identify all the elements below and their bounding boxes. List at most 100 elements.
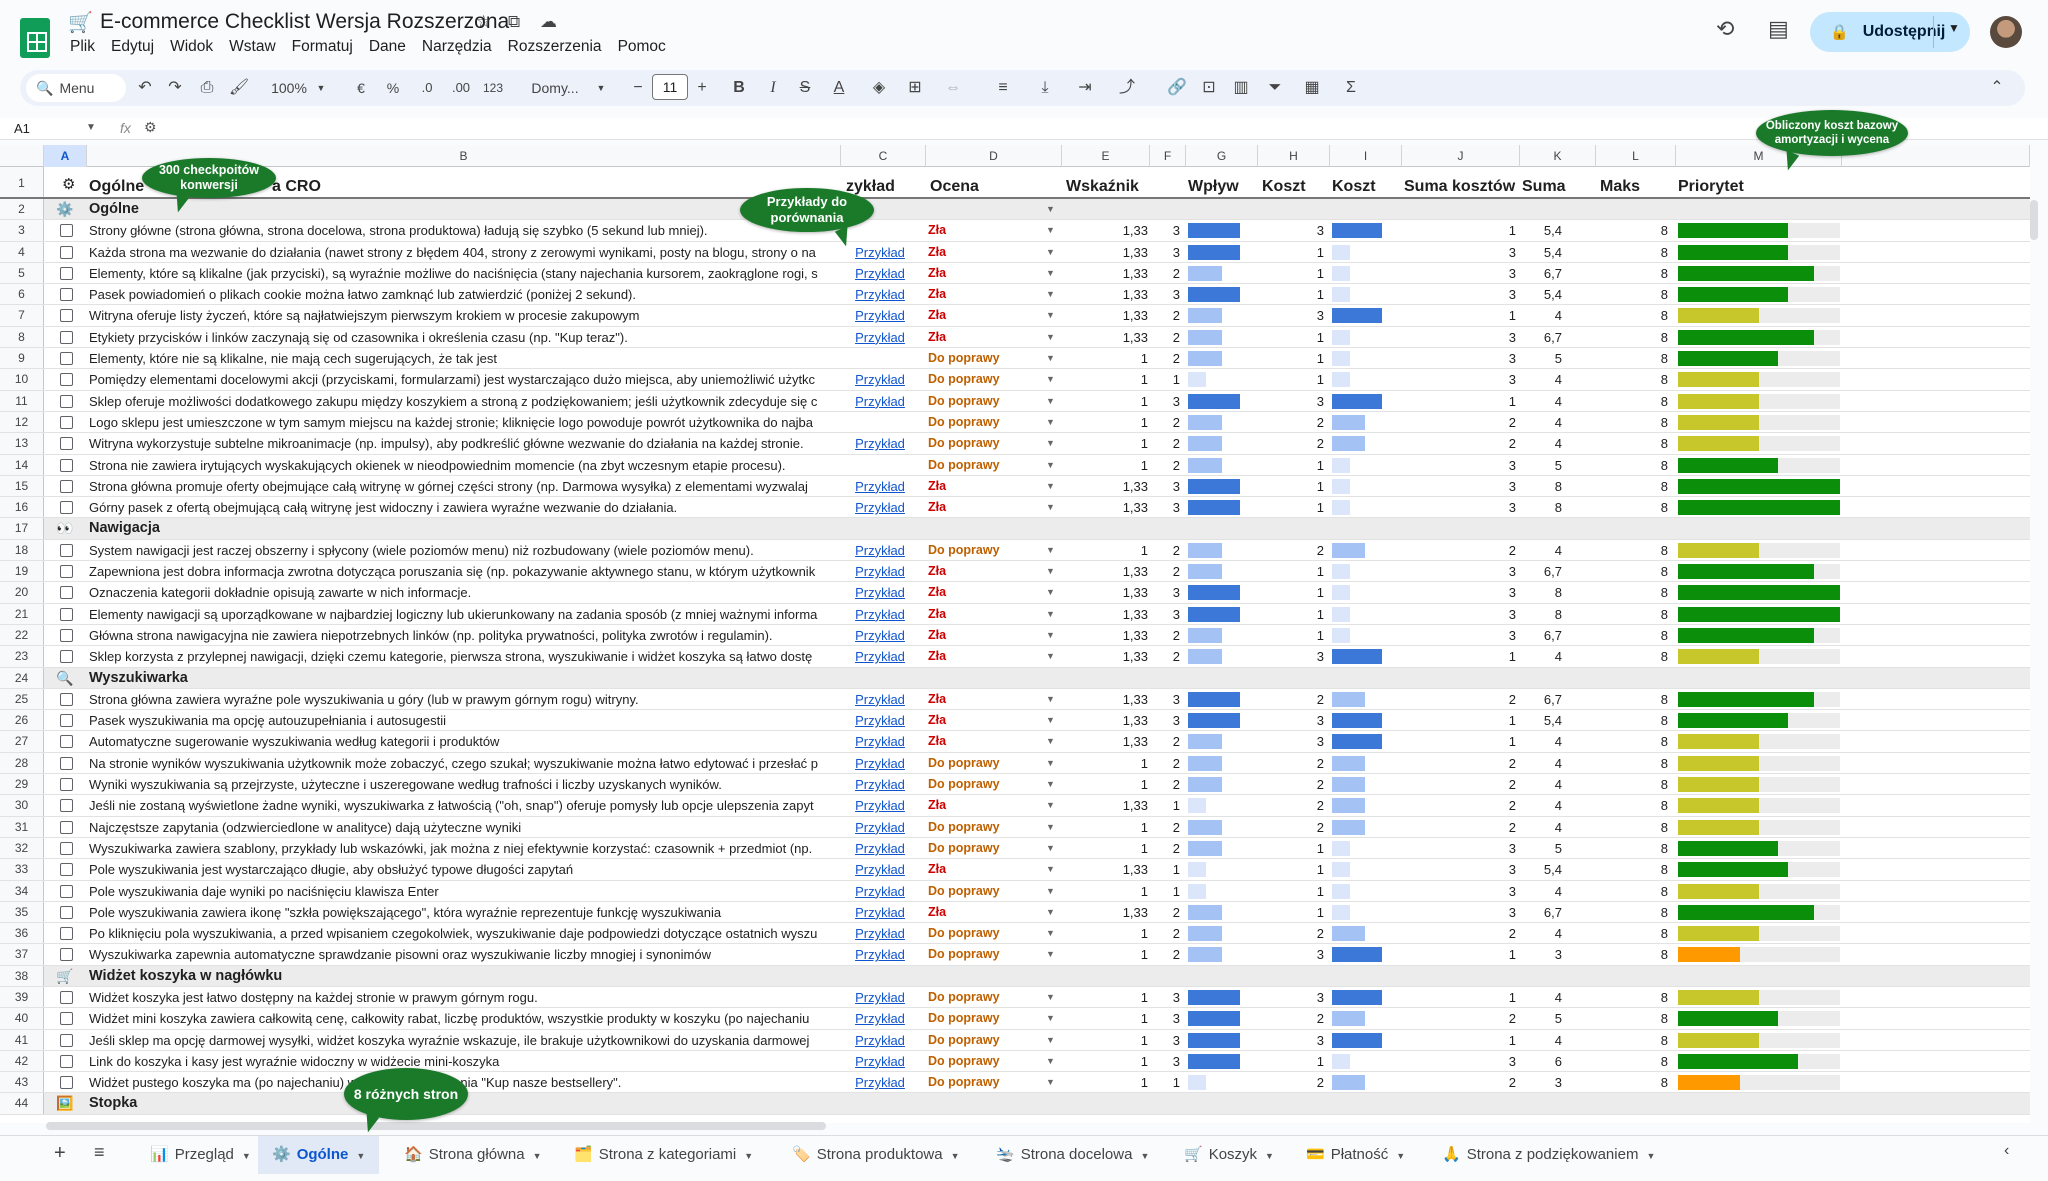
redo-icon[interactable]: ↷	[164, 76, 186, 100]
rating-value[interactable]: Zła	[928, 263, 1048, 283]
rating-value[interactable]: Zła	[928, 689, 1048, 709]
rating-dropdown-icon[interactable]: ▼	[1046, 731, 1055, 752]
row-number[interactable]: 30	[0, 795, 44, 816]
row-checkbox[interactable]	[60, 841, 73, 855]
rating-dropdown-icon[interactable]: ▼	[1046, 817, 1055, 838]
row-number[interactable]: 25	[0, 688, 44, 710]
rating-dropdown-icon[interactable]: ▼	[1046, 582, 1055, 603]
decrease-font-icon[interactable]: −	[628, 76, 648, 100]
example-link[interactable]: Przykład	[855, 1075, 905, 1090]
row-number[interactable]: 7	[0, 305, 44, 326]
tab-1[interactable]: ⚙️ Ogólne ▼	[258, 1136, 380, 1174]
rating-value[interactable]: Zła	[928, 497, 1048, 517]
rating-value[interactable]: Zła	[928, 284, 1048, 304]
formula-bar[interactable]	[0, 118, 2048, 140]
sheet-grid[interactable]: ABCDEFGHIJKLM 1 ⚙ Ogólne a CRO zykład Ocena Ws…	[0, 145, 2030, 1123]
row-checkbox[interactable]	[60, 266, 73, 280]
row-checkbox[interactable]	[60, 692, 73, 706]
row-number[interactable]: 18	[0, 539, 44, 561]
rating-value[interactable]: Do poprawy	[928, 817, 1048, 837]
example-link[interactable]: Przykład	[855, 245, 905, 260]
rating-dropdown-icon[interactable]: ▼	[1046, 433, 1055, 454]
row-checkbox[interactable]	[60, 607, 73, 621]
tab-2[interactable]: 🏠 Strona główna ▼	[404, 1136, 542, 1174]
rating-dropdown-icon[interactable]: ▼	[1046, 412, 1055, 433]
menu-4[interactable]: Formatuj	[284, 37, 361, 57]
currency-format[interactable]: €	[350, 76, 372, 100]
avatar[interactable]	[1990, 16, 2022, 48]
example-link[interactable]: Przykład	[855, 266, 905, 281]
row-number[interactable]: 3	[0, 220, 44, 241]
move-folder-icon[interactable]: ⧉	[508, 12, 520, 32]
rating-dropdown-icon[interactable]: ▼	[1046, 604, 1055, 625]
column-header-k[interactable]: K	[1520, 145, 1596, 167]
font-size-input[interactable]: 11	[652, 74, 688, 100]
rating-value[interactable]: Zła	[928, 242, 1048, 262]
share-button[interactable]: 🔒 Udostępnij ▼	[1810, 12, 1970, 52]
row-checkbox[interactable]	[60, 352, 73, 366]
cloud-status-icon[interactable]: ☁	[540, 12, 557, 32]
rating-dropdown-icon[interactable]: ▼	[1046, 305, 1055, 326]
row-number[interactable]: 35	[0, 901, 44, 923]
row-number[interactable]: 20	[0, 582, 44, 603]
example-link[interactable]: Przykład	[855, 1011, 905, 1026]
rating-dropdown-icon[interactable]: ▼	[1046, 1008, 1055, 1029]
tab-dropdown-icon[interactable]: ▼	[1265, 1151, 1274, 1161]
row-number[interactable]: 28	[0, 752, 44, 774]
row-number[interactable]: 37	[0, 944, 44, 965]
row-checkbox[interactable]	[60, 565, 73, 579]
row-number[interactable]: 13	[0, 433, 44, 454]
example-link[interactable]: Przykład	[855, 734, 905, 749]
row-number[interactable]: 9	[0, 348, 44, 369]
tab-0[interactable]: 📊 Przegląd ▼	[150, 1136, 251, 1174]
rating-value[interactable]: Do poprawy	[928, 1030, 1048, 1050]
example-link[interactable]: Przykład	[855, 543, 905, 558]
example-link[interactable]: Przykład	[855, 990, 905, 1005]
rating-dropdown-icon[interactable]: ▼	[1046, 369, 1055, 390]
rating-dropdown-icon[interactable]: ▼	[1046, 199, 1055, 220]
column-header-l[interactable]: L	[1596, 145, 1676, 167]
rating-value[interactable]: Do poprawy	[928, 753, 1048, 773]
rating-dropdown-icon[interactable]: ▼	[1046, 859, 1055, 880]
column-header-c[interactable]: C	[841, 145, 926, 167]
row-number[interactable]: 4	[0, 241, 44, 262]
rating-value[interactable]: Do poprawy	[928, 412, 1048, 432]
row-number[interactable]: 14	[0, 454, 44, 475]
row-checkbox[interactable]	[60, 714, 73, 728]
rating-dropdown-icon[interactable]: ▼	[1046, 944, 1055, 965]
rating-dropdown-icon[interactable]: ▼	[1046, 1051, 1055, 1072]
rating-dropdown-icon[interactable]: ▼	[1046, 348, 1055, 369]
rating-value[interactable]: Zła	[928, 731, 1048, 751]
menu-1[interactable]: Edytuj	[103, 37, 162, 57]
rating-value[interactable]: Do poprawy	[928, 987, 1048, 1007]
example-link[interactable]: Przykład	[855, 564, 905, 579]
rating-dropdown-icon[interactable]: ▼	[1046, 327, 1055, 348]
rating-value[interactable]: Do poprawy	[928, 944, 1048, 964]
rating-dropdown-icon[interactable]: ▼	[1046, 774, 1055, 795]
rating-value[interactable]: Do poprawy	[928, 433, 1048, 453]
print-icon[interactable]: ⎙	[196, 76, 218, 100]
row-checkbox[interactable]	[60, 628, 73, 642]
row-number[interactable]: 1	[0, 167, 44, 197]
example-link[interactable]: Przykład	[855, 841, 905, 856]
rating-value[interactable]: Zła	[928, 582, 1048, 602]
tab-dropdown-icon[interactable]: ▼	[744, 1151, 753, 1161]
row-checkbox[interactable]	[60, 309, 73, 323]
rating-value[interactable]: Zła	[928, 710, 1048, 730]
row-checkbox[interactable]	[60, 458, 73, 472]
vertical-scrollbar[interactable]	[2030, 200, 2038, 240]
tab-3[interactable]: 🗂️ Strona z kategoriami ▼	[574, 1136, 753, 1174]
menu-5[interactable]: Dane	[361, 37, 414, 57]
rating-value[interactable]: Do poprawy	[928, 923, 1048, 943]
menu-0[interactable]: Plik	[62, 37, 103, 57]
decrease-decimal[interactable]: .0	[414, 76, 440, 100]
row-checkbox[interactable]	[60, 650, 73, 664]
rating-value[interactable]: Do poprawy	[928, 838, 1048, 858]
row-number[interactable]: 22	[0, 624, 44, 646]
percent-format[interactable]: %	[382, 76, 404, 100]
row-checkbox[interactable]	[60, 884, 73, 898]
text-color-icon[interactable]: A	[828, 76, 850, 100]
zoom-dropdown-icon[interactable]: ▼	[314, 76, 328, 100]
row-number[interactable]: 17	[0, 518, 44, 539]
share-dropdown-icon[interactable]: ▼	[1948, 21, 1960, 35]
